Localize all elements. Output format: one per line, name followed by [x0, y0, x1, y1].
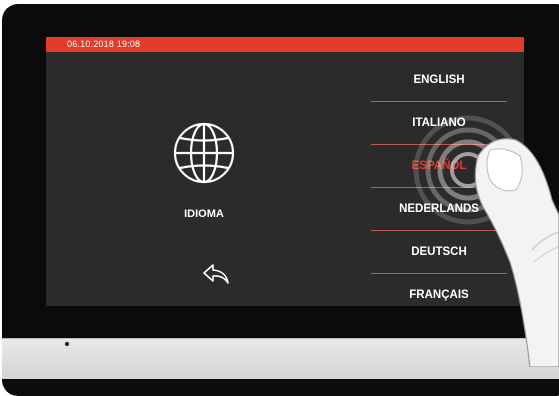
language-label: ESPAÑOL — [411, 160, 467, 172]
language-list: ENGLISH ITALIANO ESPAÑOL NEDERLANDS DEUT… — [371, 59, 507, 306]
language-option-english[interactable]: ENGLISH — [371, 59, 507, 101]
language-label: ITALIANO — [412, 117, 466, 129]
language-option-francais[interactable]: FRANÇAIS — [371, 274, 507, 306]
language-option-deutsch[interactable]: DEUTSCH — [371, 231, 507, 273]
indicator-led — [65, 342, 69, 346]
section-title: IDIOMA — [184, 208, 224, 220]
language-option-nederlands[interactable]: NEDERLANDS — [371, 188, 507, 230]
device-chin — [2, 338, 559, 379]
back-arrow-icon[interactable] — [201, 262, 231, 286]
touch-screen: 06.10.2018 19:08 IDIOMA ENGLISH ITALIANO… — [46, 37, 524, 306]
language-label: FRANÇAIS — [409, 289, 469, 301]
language-option-italiano[interactable]: ITALIANO — [371, 102, 507, 144]
language-option-espanol[interactable]: ESPAÑOL — [371, 145, 507, 187]
language-label: ENGLISH — [413, 74, 465, 86]
language-label: DEUTSCH — [411, 246, 467, 258]
globe-icon — [173, 122, 235, 184]
datetime-label: 06.10.2018 19:08 — [67, 39, 141, 49]
status-bar: 06.10.2018 19:08 — [46, 37, 524, 52]
language-label: NEDERLANDS — [399, 203, 479, 215]
